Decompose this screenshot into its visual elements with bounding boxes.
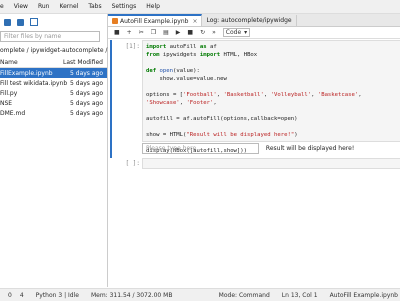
file-modified: 5 days ago [70, 99, 103, 107]
copy-icon[interactable]: ❐ [151, 29, 156, 36]
menu-kernel[interactable]: Kernel [59, 3, 78, 10]
file-name: Fill test wikidata.ipynb [0, 79, 68, 87]
filter-input[interactable]: Filter files by name [0, 31, 100, 42]
file-row[interactable]: Fill.py 5 days ago [0, 88, 107, 98]
file-name: NSE [0, 99, 13, 107]
tab-log[interactable]: Log: autocomplete/ipywidge [202, 15, 297, 26]
result-text: Result will be displayed here! [265, 145, 355, 152]
cell-type-value: Code [225, 29, 242, 36]
file-browser-toolbar [0, 14, 107, 30]
cell-prompt: [1]: [125, 43, 140, 50]
status-count: 0 [8, 291, 12, 299]
mode-status: Mode: Command [218, 291, 270, 299]
refresh-icon[interactable] [30, 18, 38, 26]
cursor-position[interactable]: Ln 13, Col 1 [282, 292, 318, 299]
header-modified[interactable]: Last Modified [63, 59, 103, 66]
file-modified: 5 days ago [70, 109, 103, 117]
kernel-status[interactable]: Python 3 | Idle [36, 292, 79, 299]
menu-help[interactable]: Help [146, 3, 160, 10]
file-modified: 5 days ago [70, 79, 103, 87]
notebook-icon [112, 18, 118, 24]
restart-icon[interactable]: ↻ [200, 29, 205, 36]
file-name: Fill.py [0, 89, 18, 97]
chevron-down-icon: ▾ [244, 29, 248, 36]
tab-label: Log: autocomplete/ipywidge [206, 17, 292, 24]
code-line: from ipywidgets import HTML, HBox [146, 52, 258, 58]
cell-type-select[interactable]: Code ▾ [222, 28, 251, 37]
status-count: 4 [19, 291, 24, 299]
run-icon[interactable]: ▶ [176, 29, 181, 36]
memory-status: Mem: 311.54 / 3072.00 MB [90, 291, 173, 299]
paste-icon[interactable]: ▤ [163, 29, 169, 36]
file-name: FillExample.ipynb [0, 69, 53, 77]
menu-tabs[interactable]: Tabs [88, 3, 101, 10]
close-icon[interactable]: × [192, 18, 197, 25]
tab-label: AutoFill Example.ipynb [120, 17, 189, 25]
tab-notebook[interactable]: AutoFill Example.ipynb × [108, 14, 203, 26]
menubar: e View Run Kernel Tabs Settings Help [0, 0, 400, 14]
new-folder-icon[interactable] [4, 18, 11, 26]
empty-code-cell[interactable] [142, 158, 400, 169]
active-cell-indicator [110, 40, 112, 158]
save-icon[interactable]: ■ [114, 29, 120, 36]
code-line: show.value=value.new [146, 76, 227, 82]
status-file: AutoFill Example.ipynb [329, 291, 398, 299]
notebook-toolbar: ■ + ✂ ❐ ▤ ▶ ■ ↻ » Code ▾ [108, 27, 400, 39]
code-cell[interactable]: import autoFill as af from ipywidgets im… [142, 40, 400, 154]
file-name: DME.md [0, 109, 26, 117]
menu-edit[interactable]: e [0, 3, 4, 10]
file-row[interactable]: DME.md 5 days ago [0, 108, 107, 118]
code-line: options = ['Football', 'Basketball', 'Vo… [146, 92, 362, 106]
file-modified: 5 days ago [70, 89, 103, 97]
code-line: def open(value): [146, 68, 200, 74]
menu-run[interactable]: Run [38, 3, 50, 10]
stop-icon[interactable]: ■ [187, 29, 193, 36]
menu-view[interactable]: View [14, 3, 28, 10]
code-line: show = HTML("Result will be displayed he… [146, 132, 298, 138]
code-line: autofill = af.autoFill(options,callback=… [146, 116, 298, 122]
breadcrumb[interactable]: omplete / ipywidget-autocomplete / [0, 47, 107, 54]
file-row[interactable]: Fill test wikidata.ipynb 5 days ago [0, 78, 107, 88]
file-row[interactable]: NSE 5 days ago [0, 98, 107, 108]
upload-icon[interactable] [17, 18, 24, 26]
file-list-header: Name Last Modified [0, 57, 107, 68]
notebook-area: AutoFill Example.ipynb × Log: autocomple… [108, 14, 400, 287]
cut-icon[interactable]: ✂ [139, 29, 144, 36]
cell-output: Please type here... Result will be displ… [142, 143, 400, 154]
file-modified: 5 days ago [70, 69, 103, 77]
menu-settings[interactable]: Settings [112, 3, 137, 10]
header-name[interactable]: Name [0, 59, 18, 66]
fast-forward-icon[interactable]: » [212, 29, 216, 36]
file-row[interactable]: FillExample.ipynb 5 days ago [0, 68, 107, 78]
file-browser: Filter files by name omplete / ipywidget… [0, 14, 108, 287]
autofill-input[interactable]: Please type here... [142, 143, 259, 154]
tab-bar: AutoFill Example.ipynb × Log: autocomple… [108, 14, 400, 27]
add-cell-icon[interactable]: + [127, 29, 132, 36]
status-bar: 0 4 Python 3 | Idle Mem: 311.54 / 3072.0… [0, 288, 400, 301]
code-line: import autoFill as af [146, 44, 217, 50]
cell-prompt: [ ]: [125, 160, 140, 167]
